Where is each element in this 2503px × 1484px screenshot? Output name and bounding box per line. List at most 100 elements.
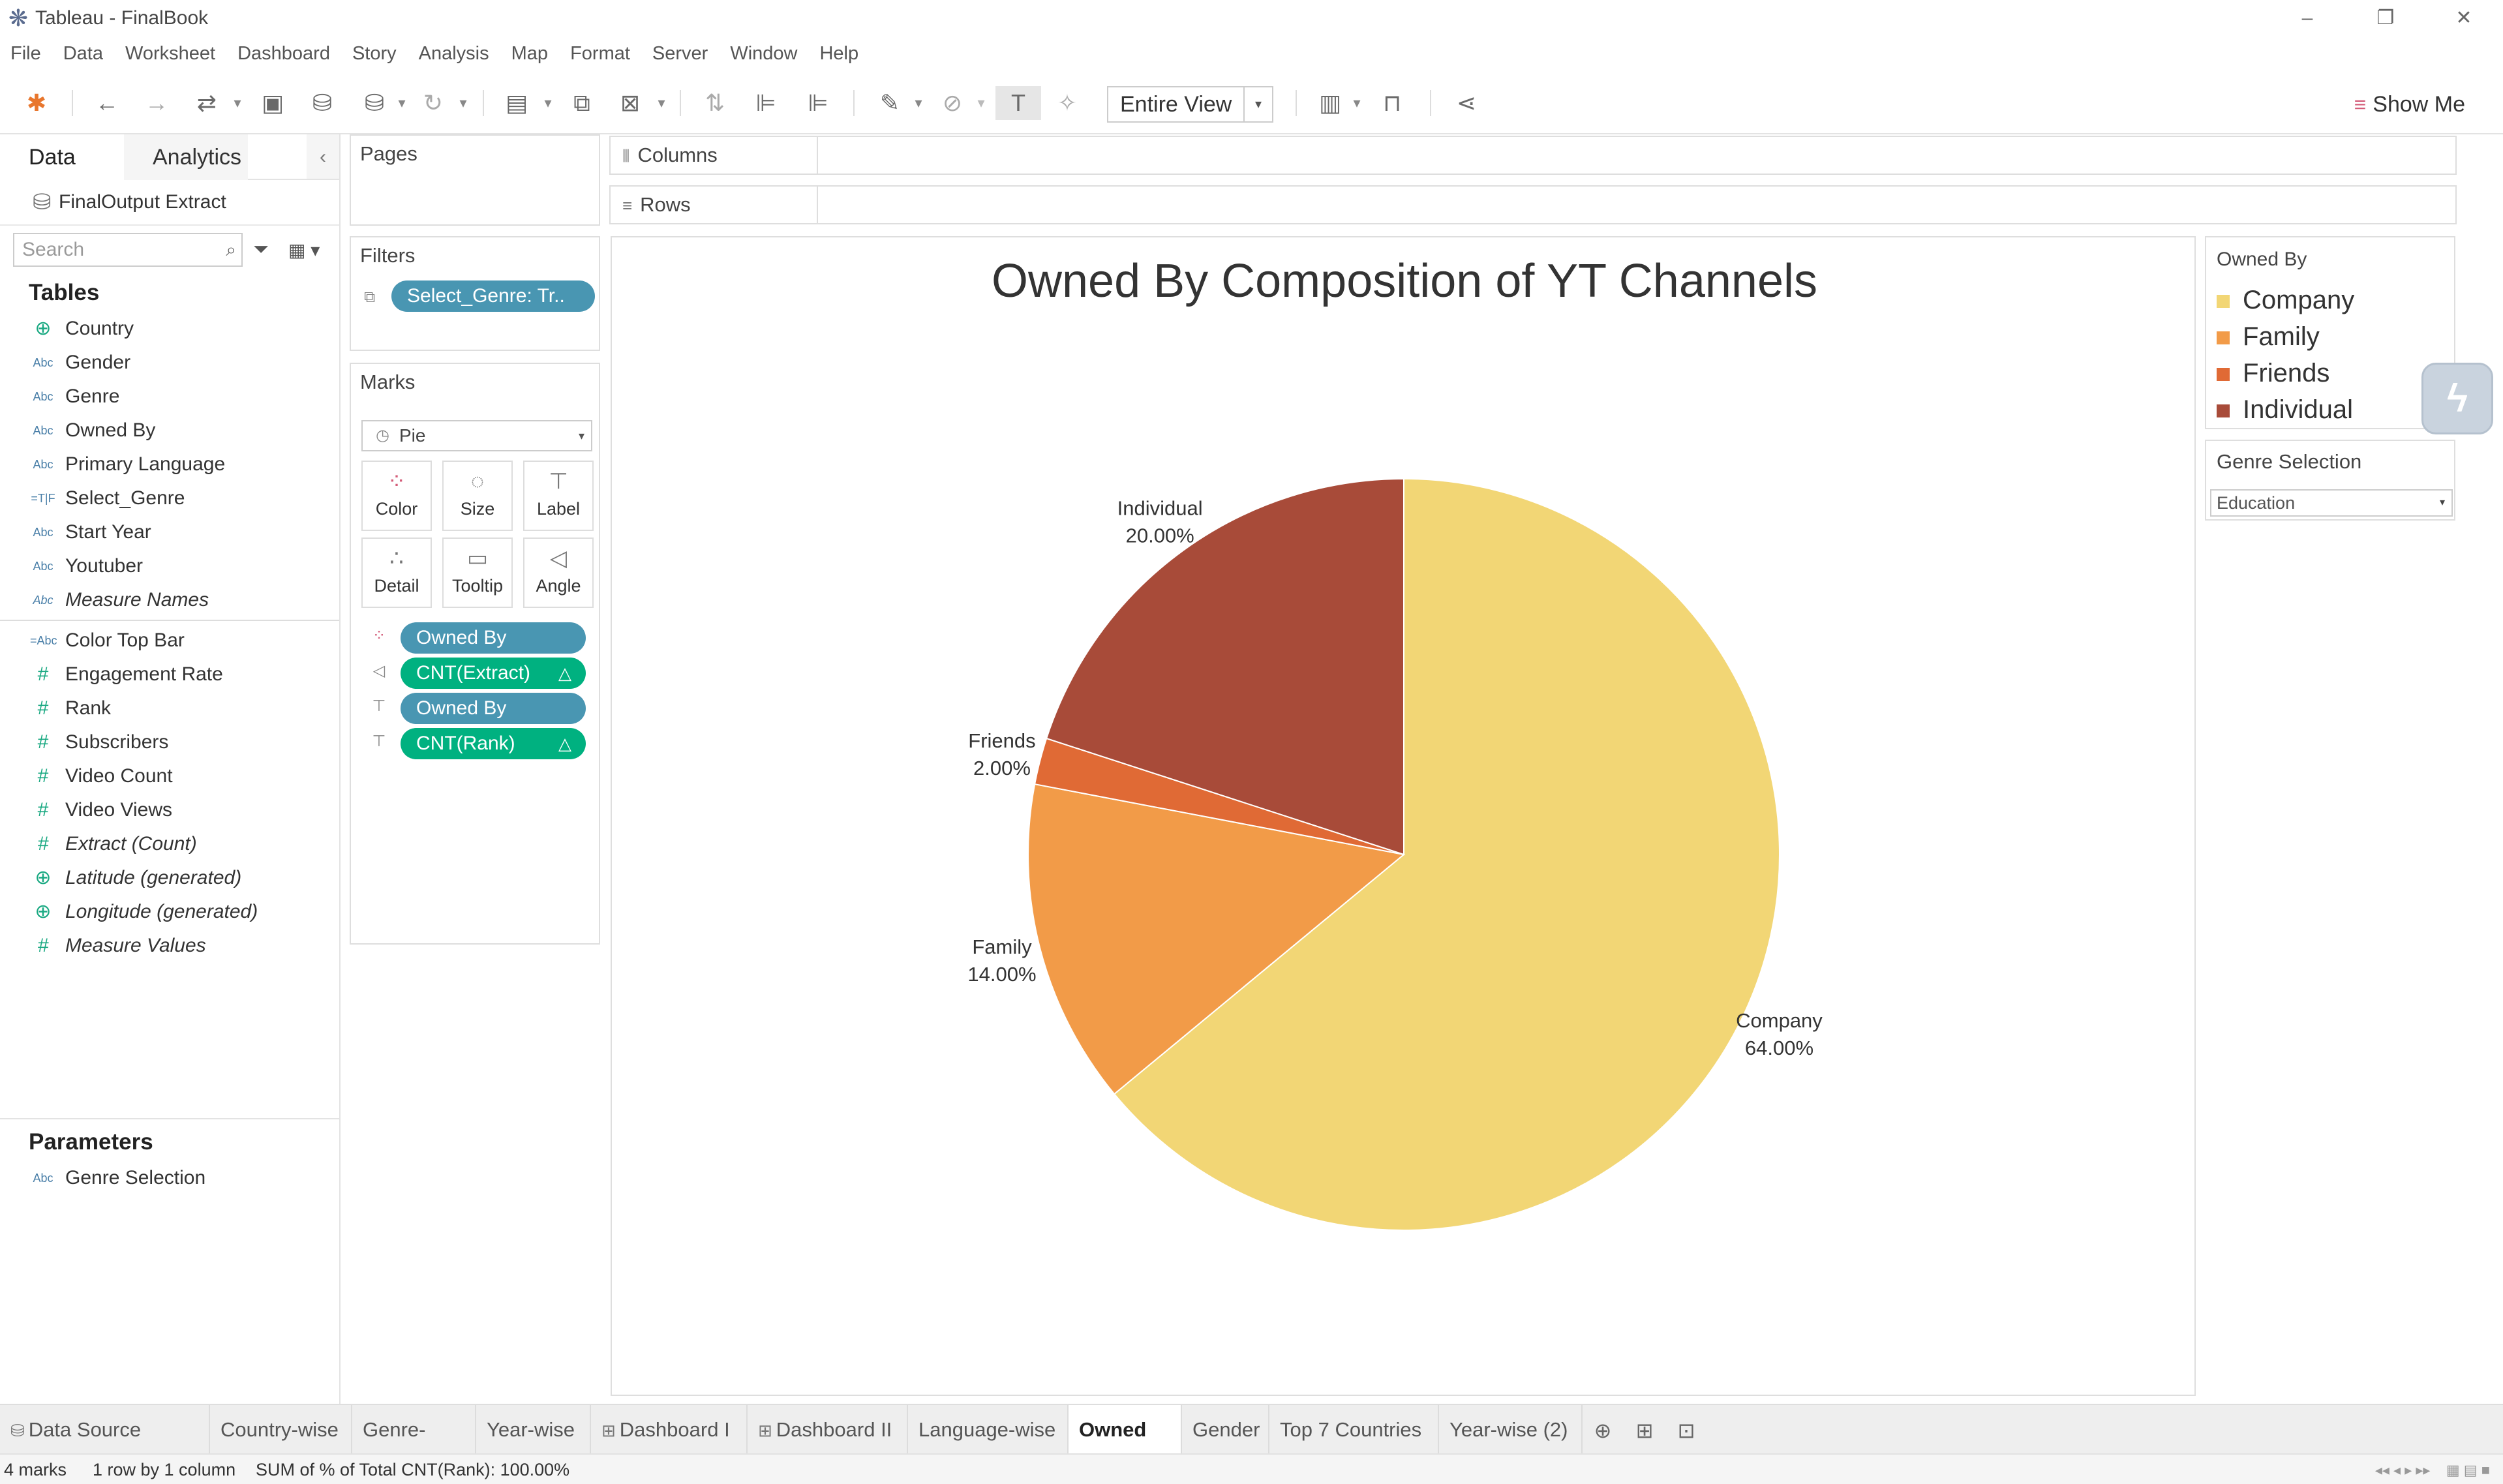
field-video-count[interactable]: # Video Count (0, 759, 339, 793)
filter-icon[interactable]: ⏷ (253, 239, 269, 261)
tab-year-wise[interactable]: Year-wise (476, 1405, 591, 1455)
mark-pill-owned-by-label[interactable]: Owned By (401, 693, 586, 724)
field-select-genre[interactable]: =T|F Select_Genre (0, 481, 339, 515)
color-button[interactable]: ⁘ Color (361, 461, 432, 531)
tab-analytics[interactable]: Analytics (124, 134, 248, 180)
new-worksheet-icon[interactable]: ⊕ (1588, 1416, 1618, 1446)
field-youtuber[interactable]: Abc Youtuber (0, 549, 339, 583)
chevron-down-icon[interactable]: ▾ (1350, 86, 1363, 120)
field-owned-by[interactable]: Abc Owned By (0, 414, 339, 447)
legend-item-friends[interactable]: Friends (2206, 355, 2454, 391)
show-mark-labels-icon[interactable]: T (995, 86, 1041, 120)
highlight-icon[interactable]: ✎ (875, 86, 904, 120)
restore-button[interactable]: ❐ (2346, 0, 2425, 37)
field-extract-count[interactable]: # Extract (Count) (0, 827, 339, 861)
tab-year-wise-2[interactable]: Year-wise (2) (1439, 1405, 1583, 1455)
menu-data[interactable]: Data (63, 43, 103, 65)
mark-pill-owned-by-color[interactable]: Owned By (401, 622, 586, 654)
swap-icon[interactable]: ⇄ (190, 86, 223, 120)
field-latitude-generated[interactable]: ⊕ Latitude (generated) (0, 861, 339, 895)
filter-pill-select-genre[interactable]: Select_Genre: Tr.. (391, 280, 595, 312)
undo-icon[interactable]: ← (93, 86, 121, 120)
new-worksheet-icon[interactable]: ▤ (502, 86, 531, 120)
tab-country-wise[interactable]: Country-wise (210, 1405, 352, 1455)
menu-window[interactable]: Window (730, 43, 797, 65)
menu-format[interactable]: Format (570, 43, 630, 65)
close-button[interactable]: ✕ (2425, 0, 2503, 37)
tab-gender[interactable]: Gender (1182, 1405, 1269, 1455)
pages-shelf[interactable]: Pages (350, 134, 600, 226)
menu-server[interactable]: Server (652, 43, 708, 65)
mark-pill-cnt-rank[interactable]: CNT(Rank) △ (401, 728, 586, 759)
menu-worksheet[interactable]: Worksheet (125, 43, 215, 65)
show-me-button[interactable]: ≡ Show Me (2354, 86, 2465, 123)
chevron-down-icon[interactable]: ▾ (655, 86, 668, 120)
legend-item-company[interactable]: Company (2206, 282, 2454, 318)
tab-language-wise[interactable]: Language-wise (908, 1405, 1069, 1455)
field-video-views[interactable]: # Video Views (0, 793, 339, 827)
field-start-year[interactable]: Abc Start Year (0, 515, 339, 549)
tooltip-button[interactable]: ▭ Tooltip (442, 538, 513, 608)
menu-analysis[interactable]: Analysis (419, 43, 489, 65)
share-icon[interactable]: ⋖ (1452, 86, 1481, 120)
tableau-home-icon[interactable]: ✱ (23, 86, 50, 120)
menu-map[interactable]: Map (511, 43, 548, 65)
sort-descending-icon[interactable]: ⊫ (804, 86, 832, 120)
tab-top-7-countries[interactable]: Top 7 Countries (1269, 1405, 1439, 1455)
new-dashboard-icon[interactable]: ⊞ (1630, 1416, 1660, 1446)
field-genre[interactable]: Abc Genre (0, 380, 339, 414)
duplicate-icon[interactable]: ⧉ (568, 86, 596, 120)
columns-shelf[interactable]: ⦀ Columns (609, 136, 2457, 175)
legend-item-family[interactable]: Family (2206, 318, 2454, 355)
sheet-navigation-icons[interactable]: ◂◂ ◂ ▸ ▸▸ ▦ ▤ ■ (2375, 1455, 2490, 1484)
presentation-mode-icon[interactable]: ⊓ (1378, 86, 1406, 120)
mark-type-dropdown[interactable]: ◷ Pie ▾ (361, 420, 592, 451)
datasource-item[interactable]: ⛁ FinalOutput Extract (0, 180, 339, 226)
save-icon[interactable]: ▣ (258, 86, 287, 120)
swap-rows-columns-icon[interactable]: ⇅ (701, 86, 729, 120)
field-country[interactable]: ⊕ Country (0, 312, 339, 346)
chevron-down-icon[interactable]: ▾ (231, 86, 244, 120)
pause-updates-icon[interactable]: ⛁ (360, 86, 389, 120)
chevron-down-icon[interactable]: ▾ (457, 86, 470, 120)
detail-button[interactable]: ∴ Detail (361, 538, 432, 608)
new-story-icon[interactable]: ⊡ (1671, 1416, 1701, 1446)
menu-file[interactable]: File (10, 43, 41, 65)
menu-dashboard[interactable]: Dashboard (237, 43, 330, 65)
filters-shelf[interactable]: Filters ⧉ Select_Genre: Tr.. (350, 236, 600, 351)
field-measure-names[interactable]: Abc Measure Names (0, 583, 339, 617)
chevron-down-icon[interactable]: ▾ (395, 86, 408, 120)
field-engagement-rate[interactable]: # Engagement Rate (0, 658, 339, 691)
fix-axes-icon[interactable]: ✧ (1053, 86, 1082, 120)
field-measure-values[interactable]: # Measure Values (0, 929, 339, 963)
parameter-dropdown[interactable]: Education ▾ (2210, 489, 2453, 517)
new-datasource-icon[interactable]: ⛁ (308, 86, 337, 120)
field-subscribers[interactable]: # Subscribers (0, 725, 339, 759)
clear-sheet-icon[interactable]: ⊠ (616, 86, 645, 120)
floating-assistant-button[interactable]: ϟ (2421, 363, 2493, 434)
field-rank[interactable]: # Rank (0, 691, 339, 725)
refresh-icon[interactable]: ↻ (419, 86, 448, 120)
tab-genre-wise[interactable]: Genre-wise (352, 1405, 476, 1484)
tab-data-source[interactable]: ⛁ Data Source (0, 1405, 210, 1455)
chevron-down-icon[interactable]: ▾ (912, 86, 925, 120)
tab-owned-by[interactable]: Owned By (1069, 1405, 1182, 1484)
mark-pill-cnt-extract[interactable]: CNT(Extract) △ (401, 658, 586, 689)
group-members-icon[interactable]: ⊘ (938, 86, 967, 120)
chevron-down-icon[interactable]: ▾ (975, 86, 988, 120)
redo-icon[interactable]: → (142, 86, 171, 120)
tab-dashboard-ii[interactable]: ⊞ Dashboard II (748, 1405, 908, 1455)
rows-shelf[interactable]: ≡ Rows (609, 185, 2457, 224)
label-button[interactable]: ⊤ Label (523, 461, 594, 531)
field-genre-selection[interactable]: Abc Genre Selection (0, 1161, 339, 1195)
sort-ascending-icon[interactable]: ⊫ (751, 86, 780, 120)
fit-dropdown[interactable]: Entire View ▾ (1107, 86, 1273, 123)
show-cards-icon[interactable]: ▥ (1314, 86, 1346, 120)
field-gender[interactable]: Abc Gender (0, 346, 339, 380)
legend-item-individual[interactable]: Individual (2206, 391, 2454, 428)
tab-dashboard-i[interactable]: ⊞ Dashboard I (591, 1405, 748, 1455)
chevron-down-icon[interactable]: ▾ (541, 86, 554, 120)
minimize-button[interactable]: – (2268, 0, 2346, 37)
size-button[interactable]: ◌ Size (442, 461, 513, 531)
field-primary-language[interactable]: Abc Primary Language (0, 447, 339, 481)
